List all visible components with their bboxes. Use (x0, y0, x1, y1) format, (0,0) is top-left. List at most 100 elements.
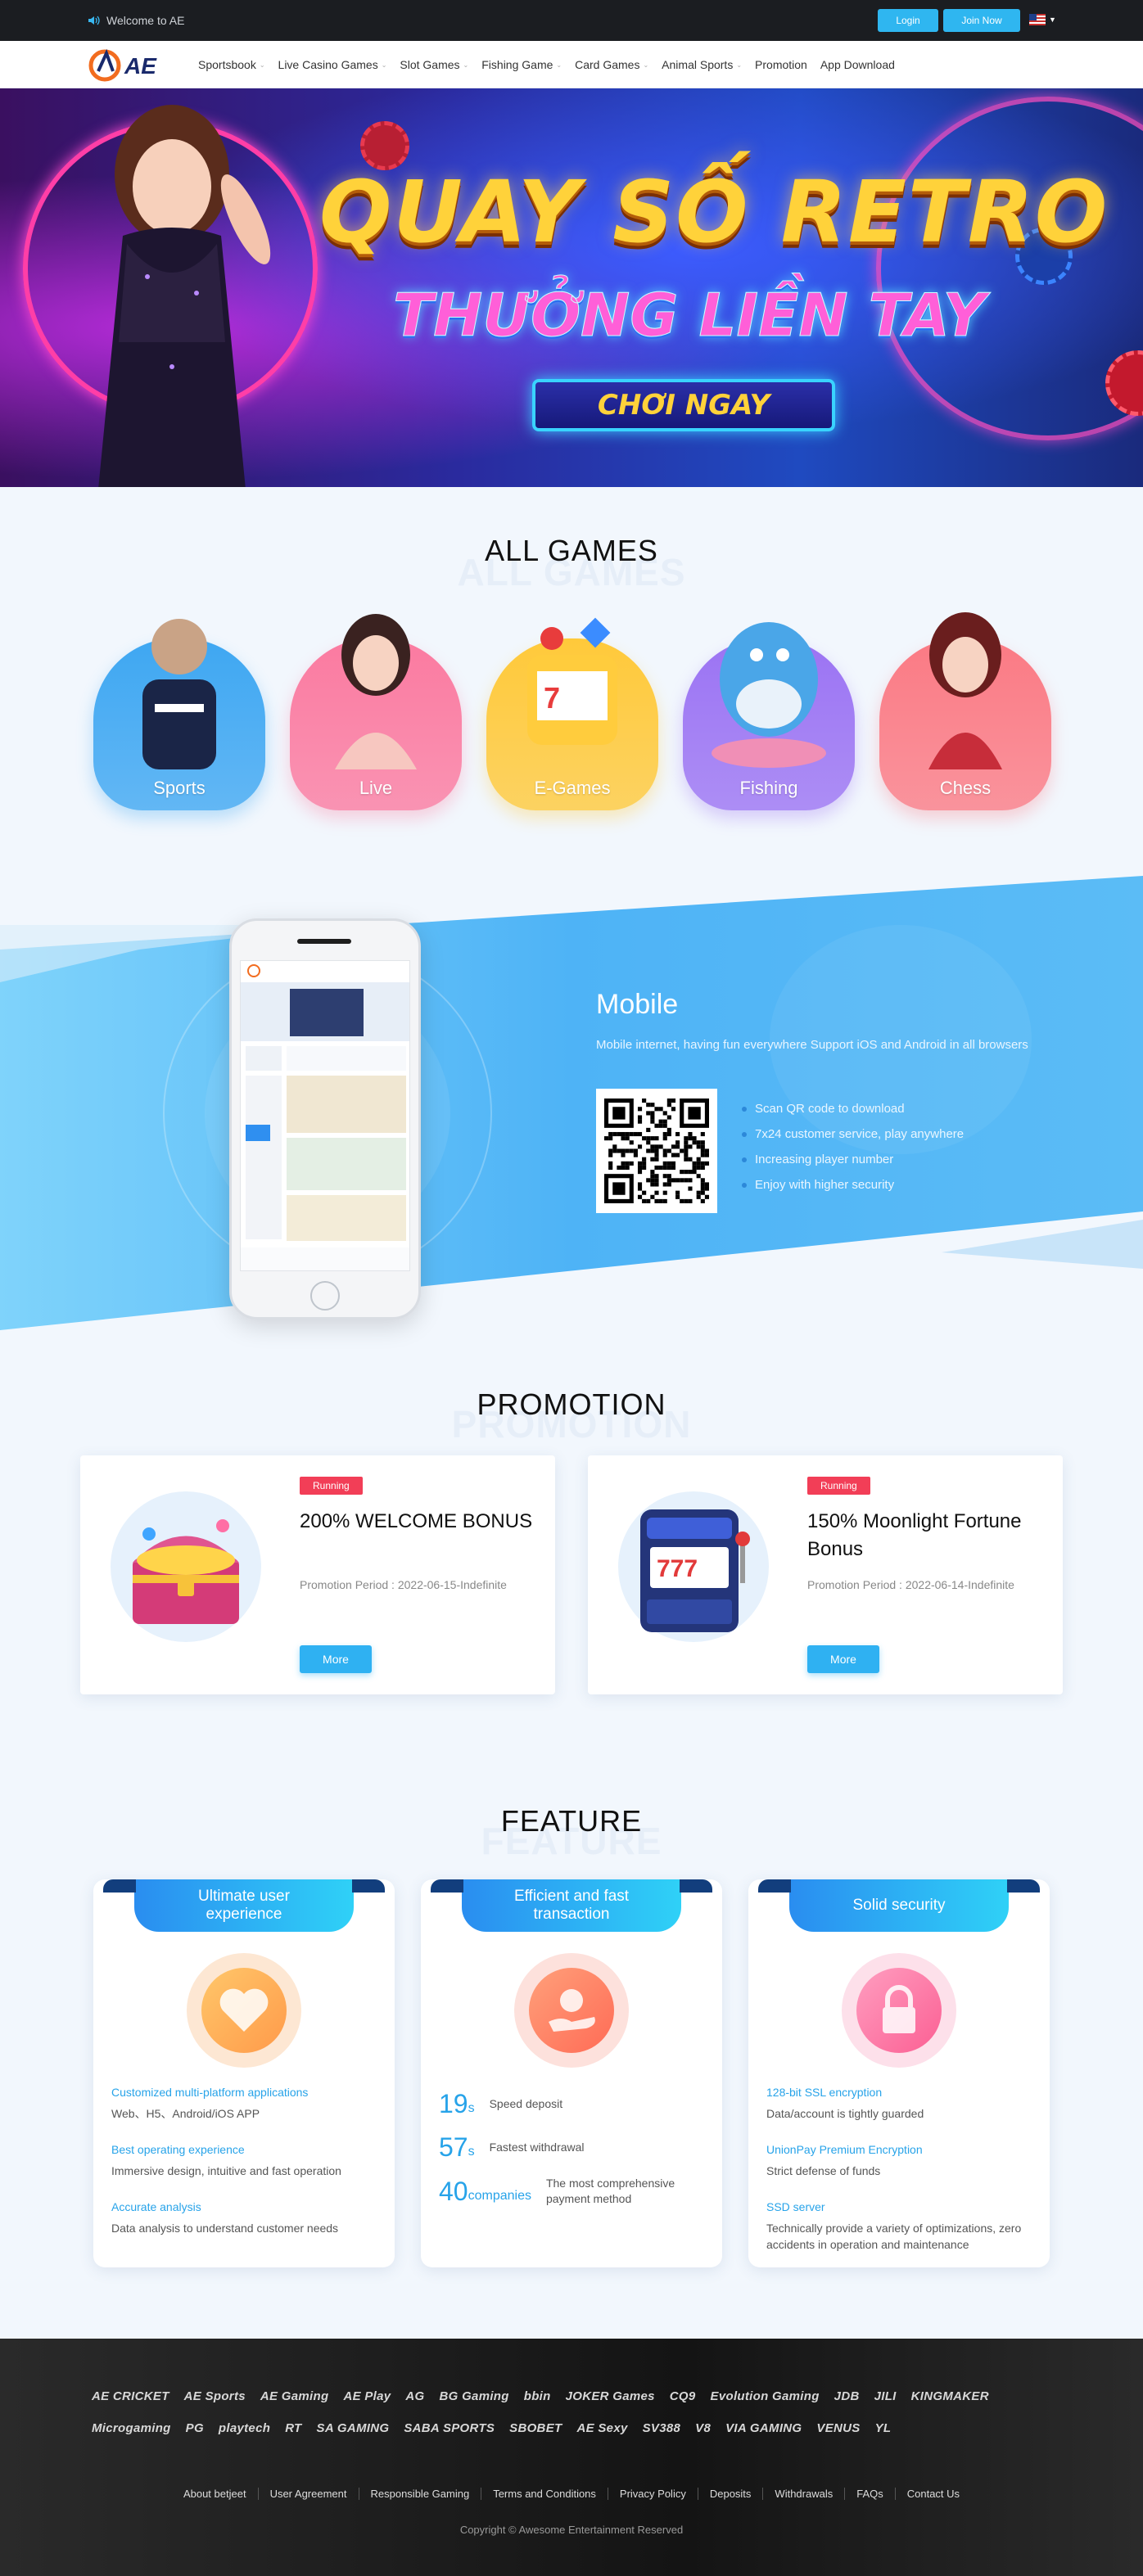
status-badge: Running (300, 1477, 363, 1495)
game-card-chess[interactable]: Chess (879, 606, 1051, 810)
nav-item-live-casino-games[interactable]: Live Casino Games ⌄ (278, 58, 387, 71)
stat-deposit: 19 s Speed deposit (439, 2089, 709, 2119)
feature-ribbon: Efficient and fast transaction (431, 1879, 712, 1932)
nav-item-sportsbook[interactable]: Sportsbook ⌄ (198, 58, 265, 71)
dealer-character-image (98, 105, 271, 487)
provider-logo: VENUS (816, 2421, 861, 2435)
footer-link[interactable]: Withdrawals (763, 2488, 846, 2500)
promotion-period: Promotion Period : 2022-06-14-Indefinite (807, 1578, 1014, 1591)
footer-link[interactable]: Deposits (698, 2488, 764, 2500)
feature-heading-text: UnionPay Premium Encryption (766, 2143, 923, 2156)
feature-heading-text: Customized multi-platform applications (111, 2086, 309, 2099)
provider-logo: BG Gaming (439, 2389, 509, 2403)
more-button[interactable]: More (807, 1645, 879, 1673)
all-games-title: ALL GAMES (485, 534, 658, 567)
chevron-down-icon: ⌄ (556, 61, 562, 69)
footer-link[interactable]: Terms and Conditions (481, 2488, 608, 2500)
feature-detail-text: Immersive design, intuitive and fast ope… (111, 2164, 341, 2177)
provider-logo: KINGMAKER (910, 2389, 989, 2403)
chevron-down-icon: ⌄ (381, 61, 387, 69)
bullet-icon (742, 1131, 747, 1137)
svg-text:777: 777 (657, 1555, 698, 1582)
main-navigation: AE Sportsbook ⌄ Live Casino Games ⌄ Slot Gam… (0, 41, 1143, 88)
nav-item-animal-sports[interactable]: Animal Sports ⌄ (662, 58, 742, 71)
join-now-button[interactable]: Join Now (943, 9, 1020, 32)
provider-logo: SBOBET (509, 2421, 562, 2435)
nav-item-label: Slot Games (400, 58, 460, 71)
nav-item-fishing-game[interactable]: Fishing Game ⌄ (481, 58, 562, 71)
provider-logo: YL (874, 2421, 892, 2435)
nav-item-promotion[interactable]: Promotion (755, 58, 807, 71)
provider-logo: JDB (834, 2389, 860, 2403)
feature-title: FEATURE (500, 1804, 643, 1838)
nav-item-card-games[interactable]: Card Games ⌄ (575, 58, 648, 71)
banner-subheadline: THƯỞNG LIỀN TAY (393, 281, 987, 350)
phone-home-button (310, 1281, 340, 1311)
footer-link[interactable]: About betjeet (172, 2488, 259, 2500)
nav-item-app-download[interactable]: App Download (820, 58, 895, 71)
footer-link[interactable]: FAQs (845, 2488, 896, 2500)
footer-link[interactable]: Contact Us (896, 2488, 971, 2500)
ae-logo[interactable]: AE (88, 47, 174, 83)
feature-heading-text: SSD server (766, 2200, 825, 2213)
feature-heading-text: Accurate analysis (111, 2200, 201, 2213)
promotion-heading: PROMOTION PROMOTION (0, 1387, 1143, 1446)
mobile-feature-item: 7x24 customer service, play anywhere (742, 1127, 964, 1141)
chevron-down-icon: ⌄ (736, 61, 743, 69)
feature-detail-text: Data/account is tightly guarded (766, 2107, 924, 2120)
footer-link[interactable]: Responsible Gaming (359, 2488, 482, 2500)
all-games-heading: ALL GAMES ALL GAMES (0, 534, 1143, 593)
provider-logo: SA GAMING (316, 2421, 390, 2435)
chevron-down-icon[interactable]: ▼ (1049, 16, 1056, 24)
nav-item-label: App Download (820, 58, 895, 71)
game-card-sports[interactable]: Sports (93, 606, 265, 810)
bullet-icon (742, 1106, 747, 1112)
mobile-description: Mobile internet, having fun everywhere S… (596, 1038, 1028, 1052)
mobile-feature-text: 7x24 customer service, play anywhere (755, 1127, 965, 1141)
promotion-card[interactable]: Running 200% WELCOME BONUS Promotion Per… (80, 1455, 555, 1694)
footer-links: About betjeet User Agreement Responsible G… (0, 2488, 1143, 2500)
nav-item-label: Sportsbook (198, 58, 256, 71)
feature-detail-text: Technically provide a variety of optimiz… (766, 2222, 1022, 2251)
hero-banner[interactable]: QUAY SỐ RETRO THƯỞNG LIỀN TAY CHƠI NGAY (0, 88, 1143, 487)
provider-logo: RT (285, 2421, 302, 2435)
lock-icon (842, 1953, 956, 2068)
footer-link[interactable]: User Agreement (259, 2488, 359, 2500)
feature-card-user-experience: Ultimate user experience Customized mult… (93, 1879, 395, 2267)
promotion-title: PROMOTION (477, 1387, 666, 1421)
qr-code[interactable] (596, 1089, 717, 1213)
login-button[interactable]: Login (878, 9, 938, 32)
stat-number: 40 (439, 2176, 468, 2206)
provider-logo: Microgaming (92, 2421, 171, 2435)
promotion-card[interactable]: 777 Running 150% Moonlight Fortune Bonus… (588, 1455, 1063, 1694)
us-flag-icon[interactable] (1029, 14, 1046, 25)
chevron-down-icon: ⌄ (643, 61, 649, 69)
provider-logo: JILI (874, 2389, 897, 2403)
chevron-down-icon: ⌄ (259, 61, 265, 69)
provider-logo: JOKER Games (565, 2389, 655, 2403)
qr-code-image (604, 1099, 709, 1203)
footer-link[interactable]: Privacy Policy (608, 2488, 698, 2500)
nav-item-slot-games[interactable]: Slot Games ⌄ (400, 58, 468, 71)
game-card-e-games[interactable]: 7 E-Games (486, 606, 658, 810)
stat-withdrawal: 57 s Fastest withdrawal (439, 2132, 709, 2163)
copyright: Copyright © Awesome Entertainment Reserv… (459, 2524, 684, 2536)
top-bar: Welcome to AE Login Join Now ▼ (0, 0, 1143, 41)
phone-screen-preview (240, 960, 410, 1271)
promotion-card-title: 150% Moonlight Fortune Bonus (807, 1510, 1022, 1560)
play-now-button[interactable]: CHƠI NGAY (532, 379, 835, 431)
provider-logo: SV388 (642, 2421, 681, 2435)
feature-detail-text: Web、H5、Android/iOS APP (111, 2107, 260, 2120)
game-card-live[interactable]: Live (290, 606, 462, 810)
stat-description: Fastest withdrawal (489, 2141, 585, 2154)
provider-logo: AE Sexy (576, 2421, 628, 2435)
mobile-feature-text: Enjoy with higher security (755, 1178, 895, 1192)
game-card-fishing[interactable]: Fishing (683, 606, 855, 810)
feature-ribbon: Ultimate user experience (103, 1879, 385, 1932)
mobile-section (0, 876, 1143, 1334)
more-button[interactable]: More (300, 1645, 372, 1673)
provider-logos: AE CRICKET AE Sports AE Gaming AE Play AG BG … (92, 2389, 1058, 2435)
nav-item-label: Card Games (575, 58, 640, 71)
promotion-period: Promotion Period : 2022-06-15-Indefinite (300, 1578, 507, 1591)
nav-item-label: Animal Sports (662, 58, 734, 71)
